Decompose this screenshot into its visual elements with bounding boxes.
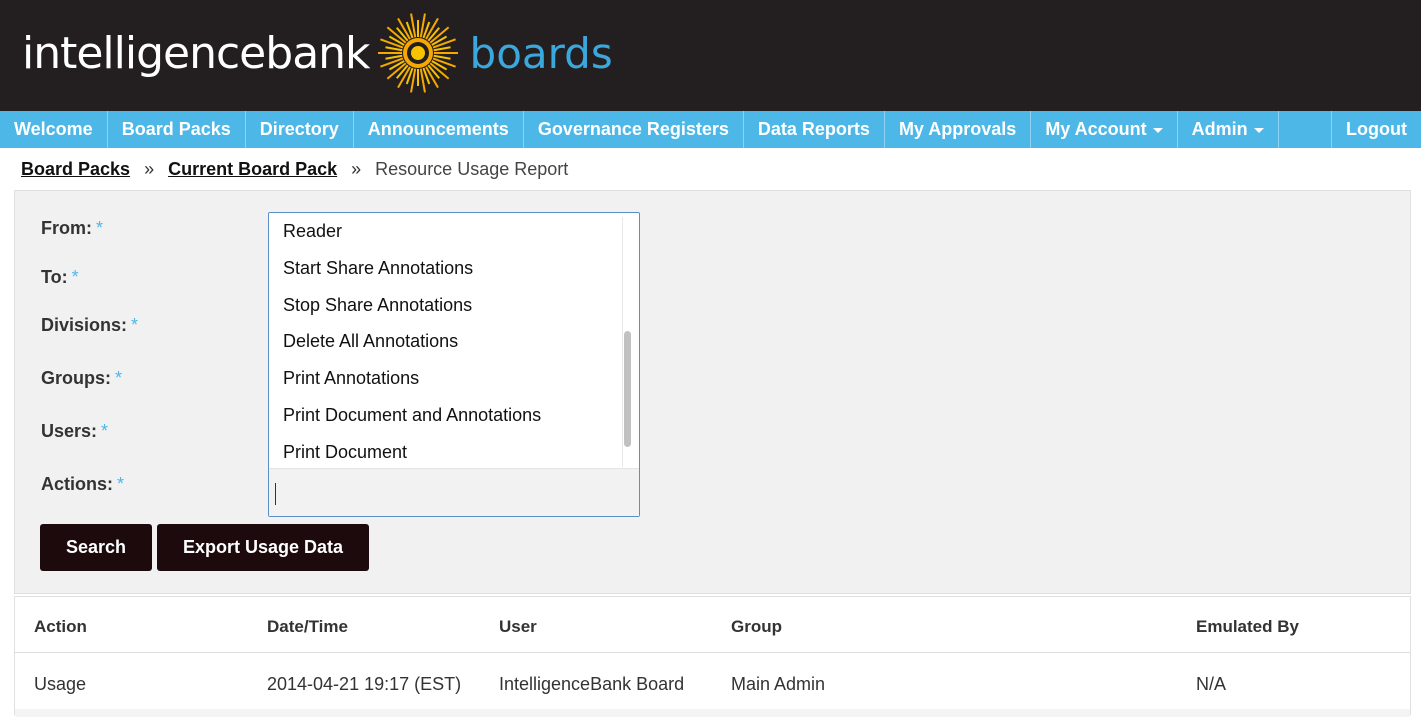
- actions-option-list[interactable]: Reader Start Share Annotations Stop Shar…: [269, 213, 621, 468]
- intelligencebank-boards-logo[interactable]: intelligence bank boards: [22, 8, 613, 98]
- nav-my-approvals[interactable]: My Approvals: [885, 111, 1032, 148]
- groups-label: Groups: *: [41, 368, 122, 389]
- nav-my-account[interactable]: My Account: [1031, 111, 1178, 148]
- required-marker: *: [71, 267, 79, 287]
- table-cell-emulated-by: N/A: [1196, 674, 1227, 694]
- actions-option[interactable]: Print Document: [269, 434, 621, 468]
- to-label: To: *: [41, 267, 79, 288]
- sun-ray: [433, 46, 451, 52]
- column-header-emulated-by[interactable]: Emulated By: [1196, 617, 1299, 637]
- actions-search-input[interactable]: [269, 468, 639, 516]
- nav-my-account-label: My Account: [1045, 119, 1147, 139]
- sun-logo-icon: [377, 13, 458, 93]
- actions-option[interactable]: Delete All Annotations: [269, 323, 621, 360]
- search-form-panel: From: * To: * Divisions: * Groups: * Users: *…: [14, 190, 1411, 594]
- dropdown-scrollbar-thumb[interactable]: [624, 331, 631, 447]
- divisions-label-text: Divisions:: [41, 315, 128, 335]
- actions-label-text: Actions:: [41, 474, 113, 494]
- required-marker: *: [96, 218, 104, 238]
- required-marker: *: [131, 315, 139, 335]
- column-header-action[interactable]: Action: [34, 617, 87, 637]
- actions-option[interactable]: Start Share Annotations: [269, 250, 621, 287]
- actions-dropdown[interactable]: Reader Start Share Annotations Stop Shar…: [268, 212, 640, 517]
- search-button[interactable]: Search: [40, 524, 152, 571]
- sun-ray: [384, 54, 402, 60]
- table-cell-date-time: 2014-04-21 19:17 (EST): [267, 674, 462, 694]
- to-label-text: To:: [41, 267, 68, 287]
- caret-down-icon: [1152, 127, 1163, 133]
- from-label: From: *: [41, 218, 103, 239]
- table-cell-action: Usage: [34, 674, 87, 694]
- logo-text-boards: boards: [469, 28, 613, 78]
- actions-label: Actions: *: [41, 474, 124, 495]
- users-label-text: Users:: [41, 421, 98, 441]
- column-header-user[interactable]: User: [499, 617, 537, 637]
- column-header-date-time[interactable]: Date/Time: [267, 617, 348, 637]
- groups-label-text: Groups:: [41, 368, 111, 388]
- nav-directory[interactable]: Directory: [246, 111, 354, 148]
- required-marker: *: [101, 421, 109, 441]
- actions-option[interactable]: Print Annotations: [269, 360, 621, 397]
- sun-ray: [433, 54, 451, 60]
- breadcrumb: Board Packs » Current Board Pack » Resou…: [21, 157, 568, 181]
- sun-ray: [384, 46, 402, 52]
- logo-text-bank: bank: [265, 27, 370, 79]
- nav-logout[interactable]: Logout: [1332, 111, 1421, 148]
- breadcrumb-separator: »: [351, 158, 362, 179]
- export-usage-data-button[interactable]: Export Usage Data: [157, 524, 369, 571]
- required-marker: *: [117, 474, 125, 494]
- nav-admin-label: Admin: [1191, 119, 1248, 139]
- breadcrumb-board-packs[interactable]: Board Packs: [21, 159, 130, 180]
- users-label: Users: *: [41, 421, 108, 442]
- nav-data-reports[interactable]: Data Reports: [744, 111, 885, 148]
- table-divider: [15, 652, 1410, 653]
- text-cursor: [275, 483, 276, 505]
- required-marker: *: [115, 368, 123, 388]
- nav-board-packs[interactable]: Board Packs: [108, 111, 246, 148]
- nav-announcements[interactable]: Announcements: [354, 111, 524, 148]
- breadcrumb-separator: »: [144, 158, 155, 179]
- table-row-bottom: [15, 709, 1410, 717]
- divisions-label: Divisions: *: [41, 315, 138, 336]
- usage-results-table: Action Date/Time User Group Emulated By …: [14, 596, 1411, 717]
- app-header: intelligence bank boards: [0, 0, 1421, 111]
- table-cell-user: IntelligenceBank Board: [499, 674, 685, 694]
- breadcrumb-current-board-pack[interactable]: Current Board Pack: [168, 159, 337, 180]
- table-cell-group: Main Admin: [731, 674, 826, 694]
- nav-admin[interactable]: Admin: [1178, 111, 1279, 148]
- actions-option[interactable]: Print Document and Annotations: [269, 397, 621, 434]
- column-header-group[interactable]: Group: [731, 617, 782, 637]
- breadcrumb-current-page: Resource Usage Report: [375, 158, 569, 179]
- nav-governance-registers[interactable]: Governance Registers: [524, 111, 744, 148]
- actions-option[interactable]: Stop Share Annotations: [269, 287, 621, 324]
- logo-text-intelligence: intelligence: [22, 27, 266, 79]
- actions-option[interactable]: Reader: [269, 213, 621, 250]
- from-label-text: From:: [41, 218, 92, 238]
- main-nav: Welcome Board Packs Directory Announceme…: [0, 111, 1421, 148]
- nav-spacer: [1279, 111, 1333, 148]
- nav-welcome[interactable]: Welcome: [0, 111, 108, 148]
- caret-down-icon: [1253, 127, 1264, 133]
